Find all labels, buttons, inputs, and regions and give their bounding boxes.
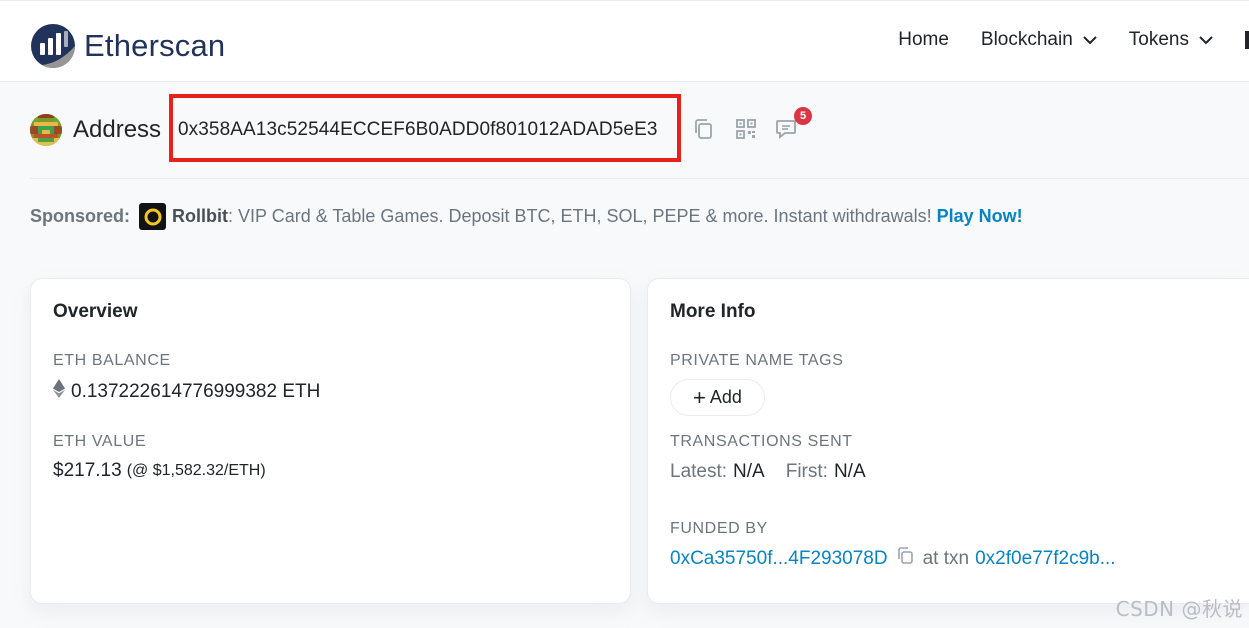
add-button-label: Add <box>709 387 742 407</box>
address-hash[interactable]: 0x358AA13c52544ECCEF6B0ADD0f801012ADAD5e… <box>178 119 658 141</box>
ethereum-icon <box>53 379 65 404</box>
logo-text: Etherscan <box>84 28 226 63</box>
eth-balance-value: 0.137222614776999382 ETH <box>71 380 321 402</box>
chevron-down-icon <box>1083 29 1097 51</box>
plus-icon: + <box>693 384 706 410</box>
comment-count-badge: 5 <box>794 107 812 125</box>
nav-home[interactable]: Home <box>898 29 949 51</box>
copy-icon[interactable] <box>693 118 714 145</box>
nav-blockchain[interactable]: Blockchain <box>981 29 1097 51</box>
add-name-tag-button[interactable]: + Add <box>670 379 765 416</box>
transactions-sent-row: Latest: N/A First: N/A <box>670 461 866 483</box>
nav-blockchain-label: Blockchain <box>980 29 1073 50</box>
section-divider <box>30 178 1249 179</box>
nav-item-clipped[interactable] <box>1245 31 1249 49</box>
eth-value-label: ETH VALUE <box>53 433 147 450</box>
etherscan-logo-icon <box>31 24 75 68</box>
rollbit-logo-icon <box>139 203 167 230</box>
eth-balance-label: ETH BALANCE <box>53 352 171 369</box>
funded-txn-link[interactable]: 0x2f0e77f2c9b... <box>975 548 1116 570</box>
funded-by-address-link[interactable]: 0xCa35750f...4F293078D <box>670 548 888 570</box>
eth-value-amount: $217.13 <box>53 460 122 481</box>
address-heading: Address <box>30 112 161 148</box>
comment-icon[interactable] <box>775 118 797 145</box>
copy-icon[interactable] <box>897 547 914 571</box>
csdn-watermark: CSDN @秋说 <box>1115 597 1243 621</box>
at-txn-label: at txn <box>922 548 970 569</box>
funded-by-row: 0xCa35750f...4F293078D at txn 0x2f0e77f2… <box>670 547 1116 571</box>
qr-code-icon[interactable] <box>735 118 757 145</box>
first-label: First: <box>785 461 828 482</box>
overview-title: Overview <box>53 301 138 322</box>
top-navbar: Etherscan Home Blockchain Tokens <box>0 0 1249 82</box>
more-info-title: More Info <box>670 301 756 322</box>
address-avatar <box>30 114 62 146</box>
more-info-card: More Info PRIVATE NAME TAGS + Add TRANSA… <box>647 278 1249 604</box>
nav-tokens-label: Tokens <box>1128 29 1189 50</box>
chevron-down-icon <box>1199 29 1213 51</box>
overview-card: Overview ETH BALANCE 0.13722261477699938… <box>30 278 631 604</box>
transactions-sent-label: TRANSACTIONS SENT <box>670 433 853 450</box>
eth-value-row: $217.13 (@ $1,582.32/ETH) <box>53 460 266 482</box>
play-now-link[interactable]: Play Now! <box>937 206 1023 227</box>
latest-value: N/A <box>733 461 765 482</box>
latest-label: Latest: <box>670 461 728 482</box>
main-nav: Home Blockchain Tokens <box>898 29 1249 51</box>
eth-value-rate: (@ $1,582.32/ETH) <box>126 462 266 479</box>
etherscan-logo[interactable]: Etherscan <box>30 23 225 69</box>
sponsor-text: : VIP Card & Table Games. Deposit BTC, E… <box>228 206 932 226</box>
address-label: Address <box>73 116 162 143</box>
sponsored-banner: Sponsored: Rollbit : VIP Card & Table Ga… <box>30 203 1023 230</box>
sponsored-label: Sponsored: <box>30 206 131 226</box>
first-value: N/A <box>833 461 866 482</box>
private-name-tags-label: PRIVATE NAME TAGS <box>670 352 844 369</box>
sponsor-brand[interactable]: Rollbit <box>172 206 228 227</box>
nav-tokens[interactable]: Tokens <box>1129 29 1213 51</box>
nav-home-label: Home <box>898 29 949 50</box>
eth-balance-row: 0.137222614776999382 ETH <box>53 379 320 404</box>
funded-by-label: FUNDED BY <box>670 520 768 537</box>
